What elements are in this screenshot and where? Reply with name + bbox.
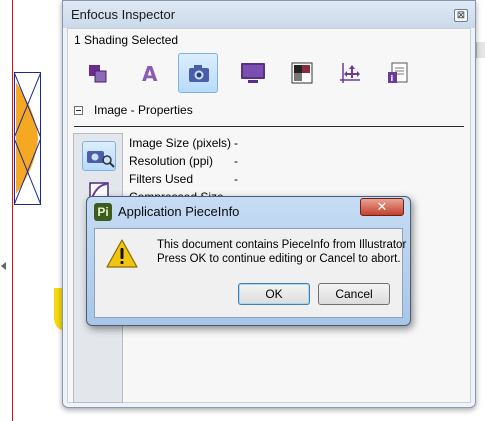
page-guide-line: [12, 0, 13, 421]
image-tool-button[interactable]: [178, 53, 218, 93]
prop-value-resolution: -: [234, 154, 238, 168]
monitor-icon: [241, 63, 265, 83]
ok-button[interactable]: OK: [238, 283, 310, 305]
svg-text:A: A: [142, 62, 158, 85]
selection-status: 1 Shading Selected: [74, 33, 179, 47]
dialog-close-button[interactable]: ✕: [360, 198, 404, 216]
monitor-tool-button[interactable]: [232, 53, 272, 93]
inspector-title: Enfocus Inspector: [71, 7, 176, 22]
dialog-message-line1: This document contains PieceInfo from Il…: [157, 239, 407, 251]
shape-icon: [89, 65, 107, 83]
prop-value-filters-used: -: [234, 172, 238, 186]
color-swatch-icon: [291, 62, 313, 84]
cancel-button[interactable]: Cancel: [318, 283, 390, 305]
inspector-close-button[interactable]: ⊠: [454, 9, 468, 22]
prop-label-image-size: Image Size (pixels): [129, 136, 232, 150]
warning-icon: [106, 239, 138, 268]
document-info-tool-button[interactable]: i: [378, 53, 418, 93]
dialog-title: Application PieceInfo: [118, 204, 240, 219]
section-divider: [74, 126, 464, 127]
prop-value-image-size: -: [234, 136, 238, 150]
scroll-left-arrow-icon[interactable]: [1, 262, 6, 270]
transform-icon: [340, 63, 360, 83]
image-properties-tab[interactable]: [82, 141, 116, 171]
inspector-toolbar: A i: [68, 53, 470, 95]
screen: Enfocus Inspector ⊠ 1 Shading Selected A: [0, 0, 485, 421]
inspector-titlebar[interactable]: Enfocus Inspector ⊠: [63, 1, 475, 28]
image-icon: [189, 65, 209, 82]
selected-artwork[interactable]: [14, 72, 41, 205]
application-pieceinfo-dialog: Pi Application PieceInfo ✕ This document…: [86, 196, 411, 326]
section-title: Image - Properties: [94, 103, 193, 117]
text-tool-button[interactable]: A: [130, 53, 170, 93]
color-tool-button[interactable]: [282, 53, 322, 93]
image-search-icon: [87, 151, 115, 168]
transform-tool-button[interactable]: [330, 53, 370, 93]
dialog-message-line2: Press OK to continue editing or Cancel t…: [157, 253, 401, 265]
dialog-content: This document contains PieceInfo from Il…: [94, 228, 406, 318]
svg-text:i: i: [391, 74, 394, 83]
shape-tool-button[interactable]: [78, 53, 118, 93]
prop-label-resolution: Resolution (ppi): [129, 154, 214, 168]
background-panel-edge: [476, 42, 485, 58]
collapse-section-icon[interactable]: [74, 106, 83, 115]
document-info-icon: i: [388, 62, 408, 83]
text-icon: A: [142, 62, 158, 85]
dialog-message: This document contains PieceInfo from Il…: [157, 238, 406, 266]
pieceinfo-app-icon: Pi: [94, 203, 112, 221]
prop-label-filters-used: Filters Used: [129, 172, 194, 186]
